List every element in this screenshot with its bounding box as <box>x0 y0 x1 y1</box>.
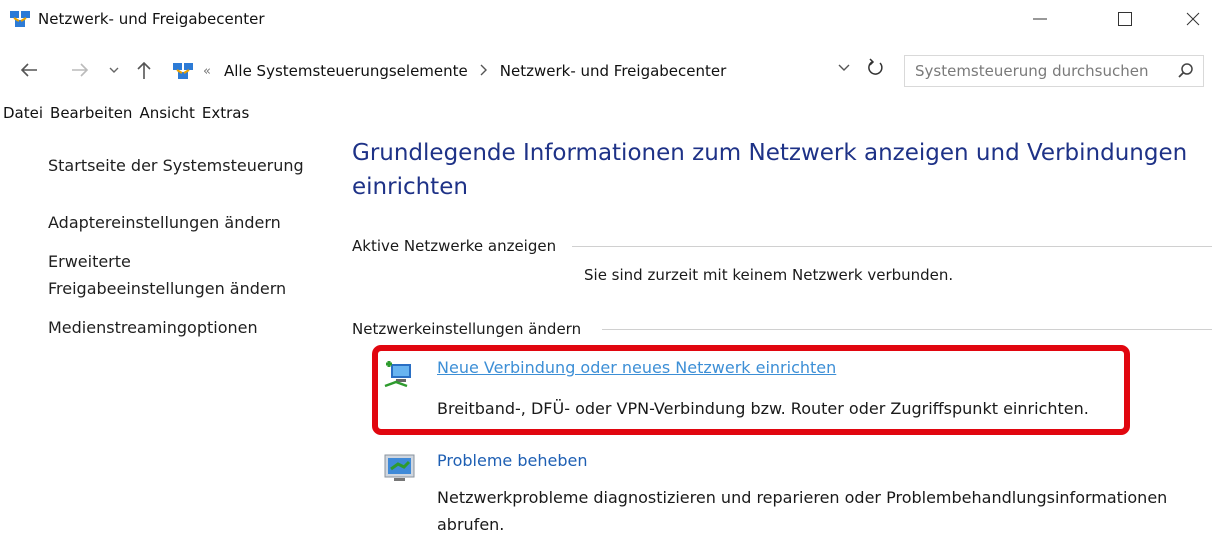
troubleshoot-icon <box>384 454 415 481</box>
sidebar-link-control-panel-home[interactable]: Startseite der Systemsteuerung <box>48 152 304 179</box>
section-divider <box>572 246 1212 247</box>
sidebar-link-adapter-settings[interactable]: Adaptereinstellungen ändern <box>48 209 281 236</box>
page-title: Grundlegende Informationen zum Netzwerk … <box>352 136 1192 204</box>
chevron-down-icon <box>109 67 119 73</box>
maximize-button[interactable] <box>1105 4 1145 34</box>
search-input[interactable]: Systemsteuerung durchsuchen <box>904 55 1204 87</box>
maximize-icon <box>1118 12 1132 26</box>
refresh-button[interactable] <box>866 58 884 83</box>
section-active-networks: Aktive Netzwerke anzeigen <box>352 237 567 255</box>
close-icon <box>1186 12 1200 26</box>
breadcrumb-network-center[interactable]: Netzwerk- und Freigabecenter <box>500 62 727 80</box>
search-icon[interactable] <box>1177 62 1195 80</box>
window-title: Netzwerk- und Freigabecenter <box>38 10 265 28</box>
navigation-bar: « Alle Systemsteuerungselemente Netzwerk… <box>0 52 1213 90</box>
back-button[interactable] <box>14 56 44 84</box>
refresh-icon <box>868 58 883 75</box>
sidebar-link-advanced-sharing-line1[interactable]: Erweiterte <box>48 248 131 275</box>
menu-file[interactable]: Datei <box>0 104 46 128</box>
control-panel-icon <box>173 63 193 79</box>
sidebar-link-advanced-sharing-line2[interactable]: Freigabeeinstellungen ändern <box>48 275 286 302</box>
troubleshoot-description-line1: Netzwerkprobleme diagnostizieren und rep… <box>437 488 1168 507</box>
menu-view[interactable]: Ansicht <box>136 104 197 128</box>
search-placeholder: Systemsteuerung durchsuchen <box>915 62 1149 80</box>
section-divider <box>602 329 1212 330</box>
breadcrumb-chevron-icon[interactable] <box>480 62 488 80</box>
up-button[interactable] <box>131 56 157 84</box>
section-network-settings: Netzwerkeinstellungen ändern <box>352 320 592 338</box>
chevron-down-icon <box>838 64 850 71</box>
troubleshoot-link[interactable]: Probleme beheben <box>437 451 587 470</box>
menu-edit[interactable]: Bearbeiten <box>47 104 135 128</box>
close-button[interactable] <box>1173 4 1213 34</box>
network-status-text: Sie sind zurzeit mit keinem Netzwerk ver… <box>584 266 954 284</box>
title-bar: Netzwerk- und Freigabecenter <box>0 0 1213 40</box>
page-title-line1: Grundlegende Informationen zum Netzwerk … <box>352 140 1188 166</box>
menu-extras[interactable]: Extras <box>199 104 252 128</box>
breadcrumb-all-control-panel-items[interactable]: Alle Systemsteuerungselemente <box>224 62 468 80</box>
arrow-left-icon <box>20 63 37 77</box>
sidebar-link-media-streaming[interactable]: Medienstreamingoptionen <box>48 314 258 341</box>
minimize-icon <box>1033 18 1047 20</box>
address-bar[interactable]: « Alle Systemsteuerungselemente Netzwerk… <box>166 55 893 87</box>
network-center-icon <box>10 11 30 27</box>
minimize-button[interactable] <box>1020 4 1060 34</box>
forward-button[interactable] <box>66 56 94 84</box>
menu-bar: Datei Bearbeiten Ansicht Extras <box>0 104 253 128</box>
troubleshoot-description-line2: abrufen. <box>437 515 505 534</box>
page-title-line2: einrichten <box>352 174 468 200</box>
breadcrumb-overflow[interactable]: « <box>203 64 211 79</box>
arrow-up-icon <box>137 61 151 79</box>
recent-locations-button[interactable] <box>104 56 124 84</box>
arrow-right-icon <box>72 63 89 77</box>
address-dropdown-button[interactable] <box>838 62 850 76</box>
annotation-highlight <box>372 345 1130 435</box>
